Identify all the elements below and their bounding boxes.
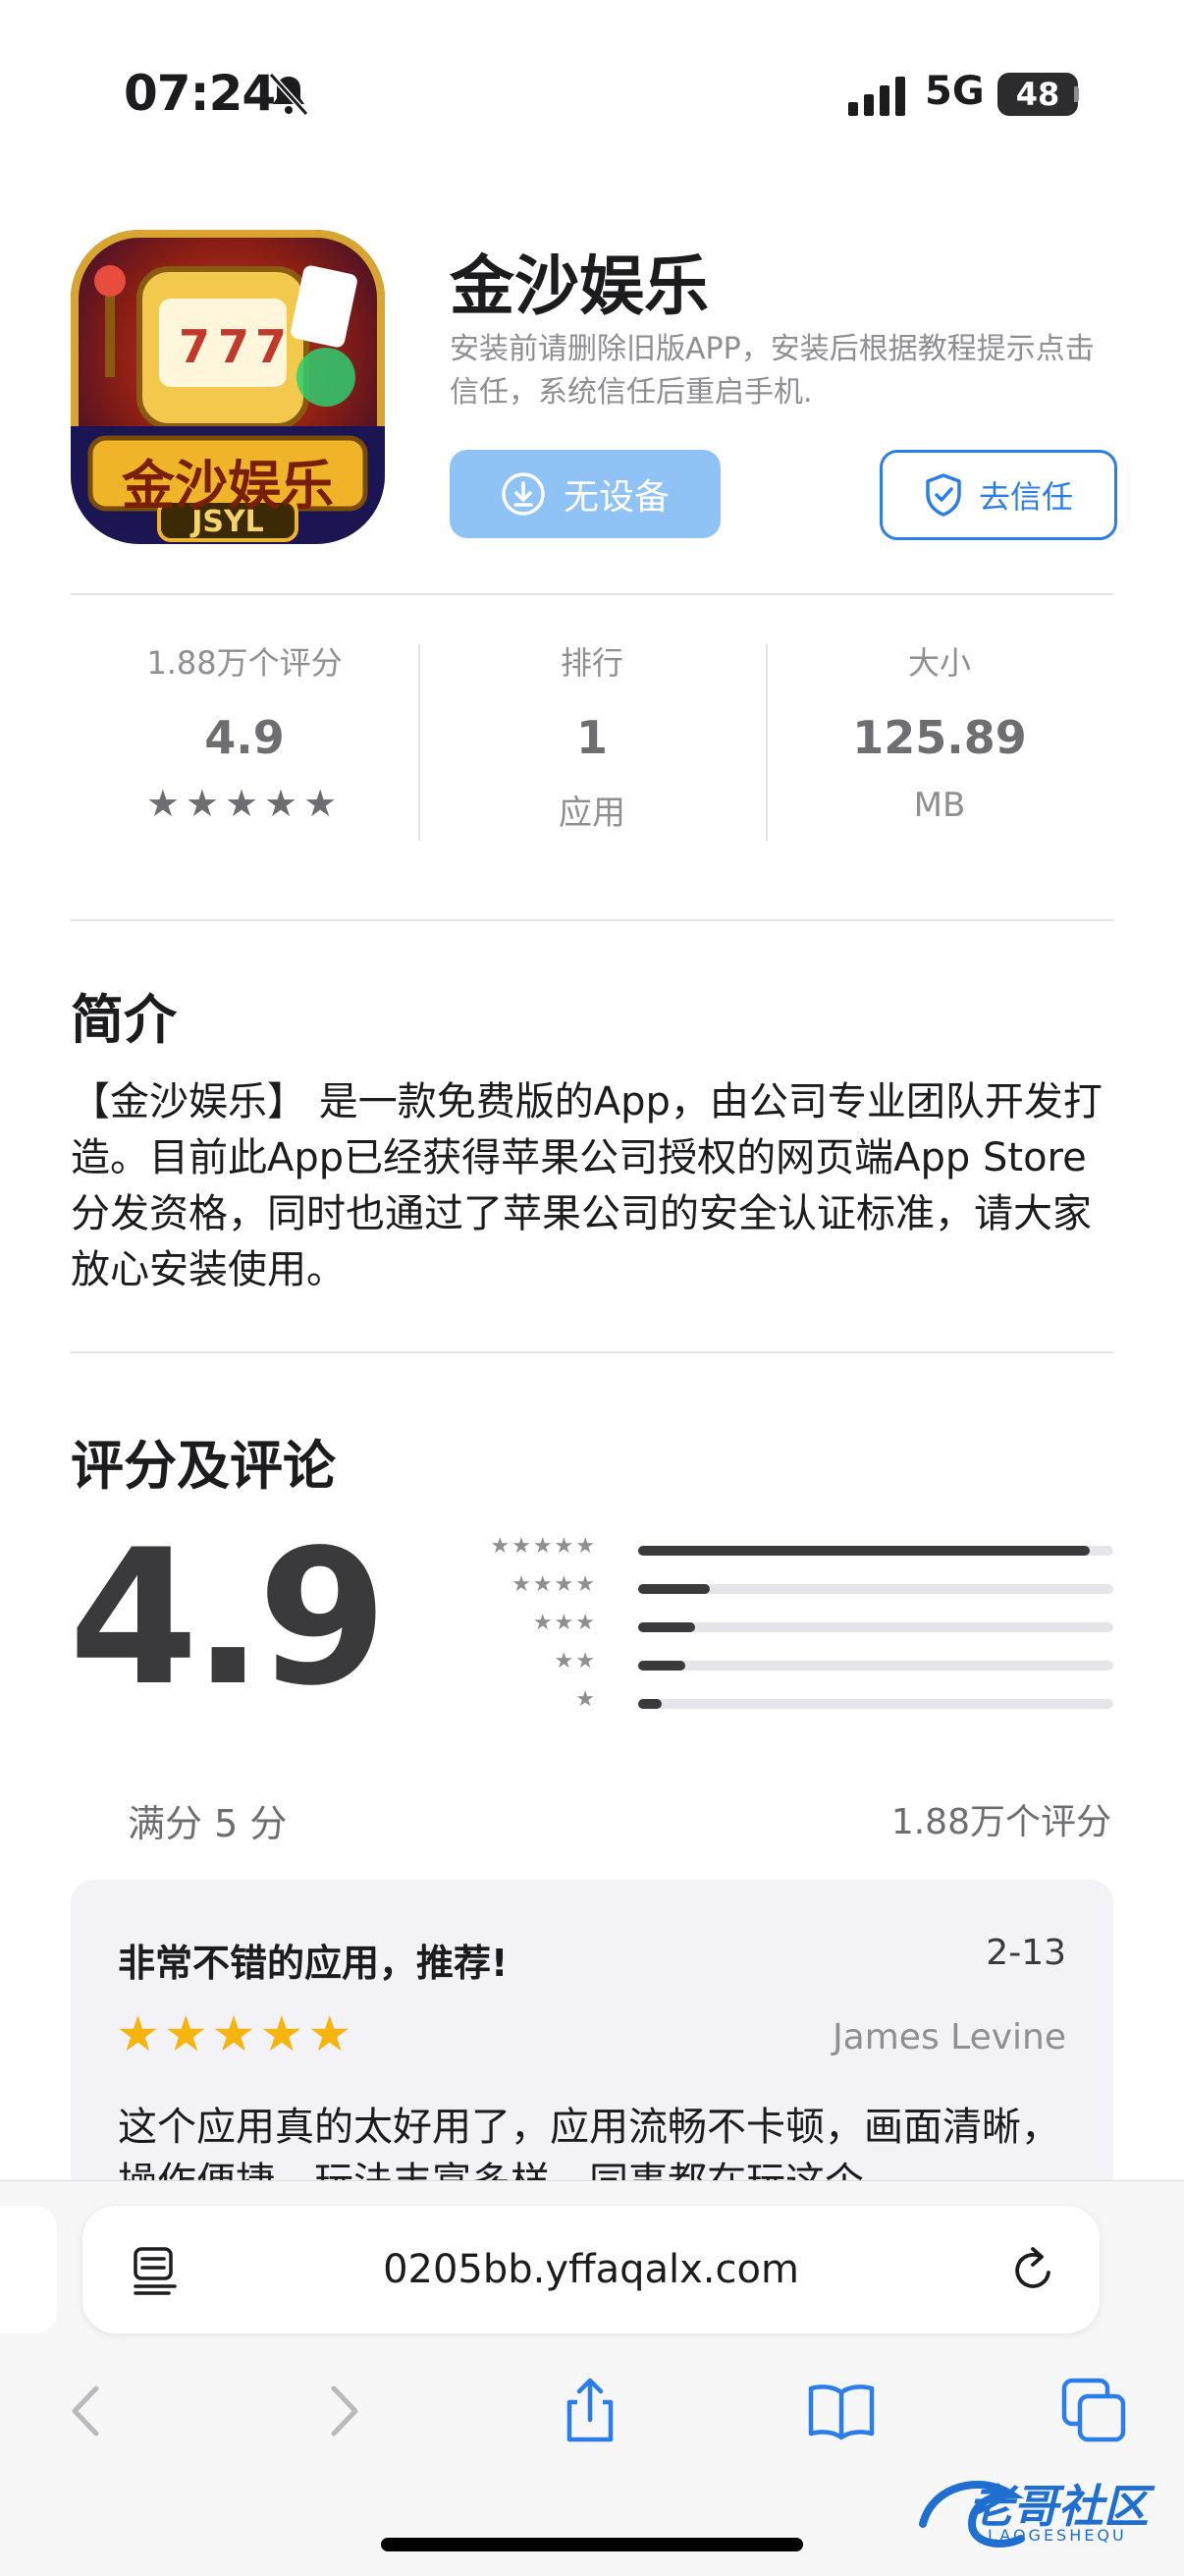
- stat-ratings: 1.88万个评分 4.9 ★★★★★: [71, 638, 418, 825]
- ratings-score: 4.9: [69, 1509, 388, 1726]
- install-button-label: 无设备: [563, 477, 670, 518]
- review-stars: ★★★★★: [116, 2005, 356, 2062]
- stat-size-label: 大小: [907, 644, 971, 682]
- svg-text:7: 7: [255, 320, 287, 373]
- stat-size-sub: MB: [913, 786, 966, 825]
- bookmarks-icon[interactable]: [807, 2377, 876, 2445]
- app-title: 金沙娱乐: [450, 248, 709, 324]
- ratings-count: 1.88万个评分: [890, 1802, 1111, 1842]
- previous-tab-peek[interactable]: [0, 2206, 57, 2333]
- ratings-heading: 评分及评论: [71, 1435, 336, 1497]
- cellular-signal-icon: [848, 77, 905, 116]
- divider: [71, 1351, 1113, 1353]
- url-text[interactable]: 0205bb.yffaqalx.com: [82, 2247, 1100, 2292]
- status-time: 07:24: [124, 65, 276, 122]
- svg-text:7: 7: [218, 320, 249, 373]
- rating-bar-4: ★★★★: [471, 1572, 1113, 1602]
- stat-ratings-label: 1.88万个评分: [146, 644, 343, 682]
- share-icon[interactable]: [556, 2377, 624, 2445]
- intro-heading: 简介: [71, 989, 177, 1051]
- stat-size-value: 125.89: [852, 711, 1027, 764]
- home-indicator[interactable]: [381, 2538, 803, 2551]
- rating-bar-fill: [638, 1661, 686, 1671]
- stat-size: 大小 125.89 MB: [766, 638, 1113, 825]
- watermark-logo: 老哥社区 LAOGESHEQU: [913, 2465, 1168, 2553]
- watermark-subtext: LAOGESHEQU: [988, 2526, 1127, 2545]
- rating-bar-5: ★★★★★: [471, 1534, 1113, 1563]
- rating-bar-fill: [638, 1622, 696, 1632]
- rating-bar-fill: [638, 1584, 710, 1594]
- rating-bar-1: ★: [471, 1687, 1113, 1717]
- ratings-out-of: 满分 5 分: [128, 1802, 288, 1845]
- rating-bar-stars: ★: [575, 1687, 597, 1712]
- app-icon: 7 7 7 金沙娱乐 JSYL: [71, 230, 385, 544]
- rating-bar-stars: ★★: [554, 1649, 597, 1673]
- shield-check-icon: [926, 473, 961, 517]
- intro-text: 【金沙娱乐】 是一款免费版的App，由公司专业团队开发打造。目前此App已经获得…: [71, 1079, 1103, 1292]
- battery-indicator: 48: [997, 73, 1078, 116]
- trust-button-label: 去信任: [978, 478, 1073, 516]
- download-icon: [502, 472, 545, 516]
- tabs-icon[interactable]: [1060, 2377, 1129, 2445]
- install-button[interactable]: 无设备: [450, 450, 721, 538]
- divider: [71, 919, 1113, 921]
- divider: [71, 593, 1113, 595]
- forward-icon[interactable]: [308, 2377, 377, 2445]
- back-icon[interactable]: [53, 2377, 122, 2445]
- review-title: 非常不错的应用，推荐!: [118, 1942, 509, 1985]
- stat-rank-label: 排行: [560, 644, 623, 682]
- trust-button[interactable]: 去信任: [880, 450, 1117, 540]
- review-date: 2-13: [986, 1933, 1066, 1973]
- stat-rank: 排行 1 应用: [418, 638, 766, 834]
- rating-bar-stars: ★★★★★: [490, 1534, 597, 1559]
- reload-icon[interactable]: [1005, 2243, 1060, 2298]
- app-icon-logo-subtext: JSYL: [191, 505, 264, 539]
- stat-rank-value: 1: [575, 711, 608, 764]
- silent-bell-icon: [268, 72, 309, 117]
- rating-bar-fill: [638, 1546, 1090, 1556]
- stat-rank-sub: 应用: [559, 794, 625, 833]
- app-subtitle: 安装前请删除旧版APP，安装后根据教程提示点击信任，系统信任后重启手机.: [450, 332, 1095, 410]
- rating-bar-fill: [638, 1699, 663, 1709]
- svg-text:7: 7: [179, 320, 210, 373]
- stat-ratings-value: 4.9: [204, 711, 285, 764]
- battery-nub: [1074, 86, 1079, 102]
- address-bar[interactable]: 0205bb.yffaqalx.com: [82, 2206, 1100, 2333]
- rating-bar-stars: ★★★★: [511, 1572, 597, 1597]
- rating-bar-3: ★★★: [471, 1611, 1113, 1640]
- stat-ratings-stars: ★★★★★: [145, 782, 344, 825]
- rating-bar-2: ★★: [471, 1649, 1113, 1678]
- network-type: 5G: [925, 69, 985, 114]
- rating-bar-stars: ★★★: [532, 1611, 597, 1635]
- review-author: James Levine: [833, 2017, 1066, 2057]
